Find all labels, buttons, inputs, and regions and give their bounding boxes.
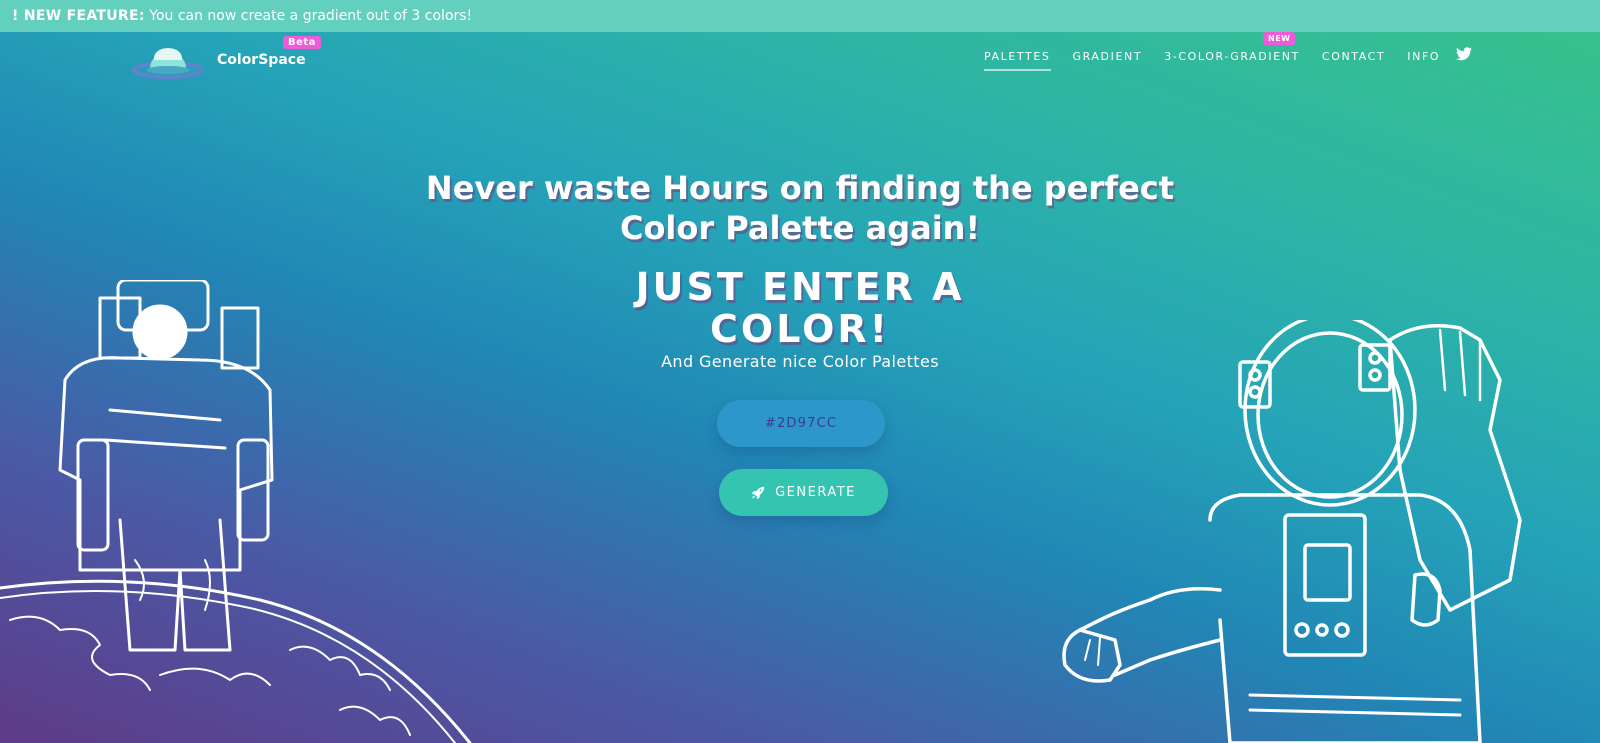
hero-tagline: And Generate nice Color Palettes [661, 352, 939, 371]
banner-prefix: ! NEW FEATURE: [12, 8, 145, 24]
planet-icon[interactable] [132, 46, 204, 80]
nav-item-contact[interactable]: CONTACT [1322, 50, 1385, 71]
beta-badge: Beta [283, 36, 321, 49]
nav-links: PALETTES GRADIENT 3-COLOR-GRADIENT CONTA… [984, 50, 1462, 71]
nav-item-3-color-gradient[interactable]: 3-COLOR-GRADIENT [1164, 50, 1300, 71]
nav-item-info[interactable]: INFO [1407, 50, 1440, 71]
feature-announcement-banner: ! NEW FEATURE: You can now create a grad… [0, 0, 1600, 32]
generate-label: GENERATE [775, 485, 856, 500]
twitter-icon[interactable] [1456, 47, 1472, 61]
headline-line-1: Never waste Hours on finding the perfect [425, 169, 1175, 207]
hero-headline: Never waste Hours on finding the perfect… [0, 168, 1600, 248]
banner-message: You can now create a gradient out of 3 c… [149, 8, 473, 24]
subhead-line-1: JUST ENTER A [635, 265, 965, 309]
brand-name[interactable]: ColorSpace [217, 52, 306, 68]
hero-subhead: JUST ENTER A COLOR! [0, 266, 1600, 350]
color-hex-input[interactable] [717, 400, 885, 447]
rocket-icon [751, 486, 765, 499]
headline-line-2: Color Palette again! [619, 209, 981, 247]
subhead-line-2: COLOR! [710, 307, 890, 351]
new-badge: NEW [1263, 32, 1296, 45]
top-navigation: ColorSpace Beta PALETTES GRADIENT 3-COLO… [0, 32, 1600, 92]
generate-button[interactable]: GENERATE [719, 469, 888, 516]
astronaut-waving-illustration [1062, 320, 1522, 743]
nav-item-gradient[interactable]: GRADIENT [1073, 50, 1143, 71]
nav-item-palettes[interactable]: PALETTES [984, 50, 1051, 71]
